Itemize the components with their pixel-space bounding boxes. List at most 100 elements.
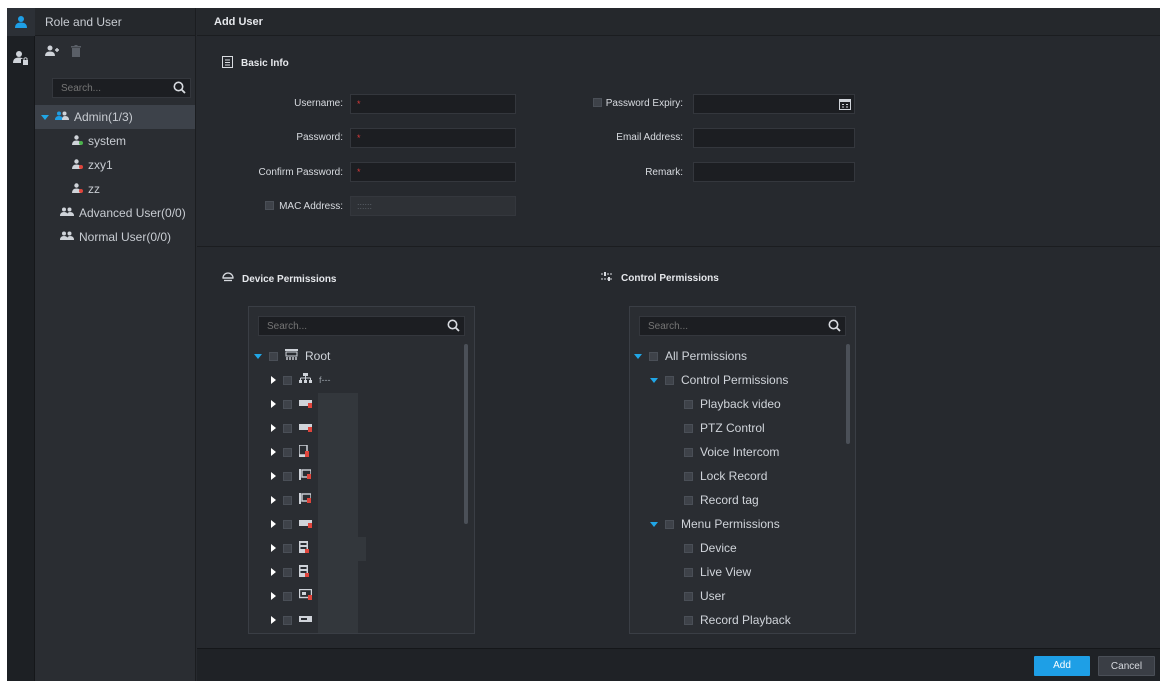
permission-checkbox[interactable] <box>665 375 674 385</box>
device-item[interactable] <box>271 416 312 440</box>
permission-checkbox[interactable] <box>684 591 693 601</box>
section-title: Device Permissions <box>242 274 337 285</box>
expand-icon[interactable] <box>41 114 49 120</box>
root-checkbox[interactable] <box>269 351 278 361</box>
permission-checkbox[interactable] <box>665 519 674 529</box>
permission-checkbox[interactable] <box>684 567 693 577</box>
device-search[interactable] <box>258 316 465 336</box>
expand-icon[interactable] <box>271 400 276 408</box>
perm-menu-permissions[interactable]: Menu Permissions <box>650 512 780 536</box>
calendar-icon[interactable] <box>839 98 851 116</box>
expand-icon[interactable] <box>650 377 658 383</box>
perm-playback-video[interactable]: Playback video <box>684 392 781 416</box>
delete-icon[interactable] <box>71 44 81 60</box>
device-checkbox[interactable] <box>283 447 292 457</box>
expand-icon[interactable] <box>271 568 276 576</box>
expand-icon[interactable] <box>271 472 276 480</box>
device-item[interactable] <box>271 584 313 608</box>
device-checkbox[interactable] <box>283 519 292 529</box>
permission-search[interactable] <box>639 316 846 336</box>
device-checkbox[interactable] <box>283 399 292 409</box>
permission-checkbox[interactable] <box>684 447 693 457</box>
device-item[interactable]: f--- <box>271 368 331 392</box>
confirm-password-field[interactable]: * <box>350 162 516 182</box>
device-search-input[interactable] <box>259 317 442 335</box>
perm-device[interactable]: Device <box>684 536 737 560</box>
mac-address-field[interactable]: :::::: <box>350 196 516 216</box>
search-icon[interactable] <box>447 319 460 335</box>
user-icon <box>72 182 83 196</box>
tree-item-normal-user[interactable]: Normal User(0/0) <box>35 225 195 249</box>
cancel-button[interactable]: Cancel <box>1098 656 1155 676</box>
user-icon[interactable] <box>7 8 35 36</box>
expand-icon[interactable] <box>271 592 276 600</box>
password-expiry-field[interactable] <box>693 94 855 114</box>
expand-icon[interactable] <box>271 448 276 456</box>
permission-search-input[interactable] <box>640 317 823 335</box>
perm-lock-record[interactable]: Lock Record <box>684 464 767 488</box>
expand-icon[interactable] <box>650 521 658 527</box>
perm-ptz-control[interactable]: PTZ Control <box>684 416 765 440</box>
perm-voice-intercom[interactable]: Voice Intercom <box>684 440 779 464</box>
device-checkbox[interactable] <box>283 567 292 577</box>
permission-checkbox[interactable] <box>684 399 693 409</box>
tree-item-system[interactable]: system <box>35 129 195 153</box>
search-icon[interactable] <box>828 319 841 335</box>
tree-item-zxy1[interactable]: zxy1 <box>35 153 195 177</box>
perm-all-permissions[interactable]: All Permissions <box>634 344 747 368</box>
expand-icon[interactable] <box>254 353 262 359</box>
email-address-field[interactable] <box>693 128 855 148</box>
tree-item-zz[interactable]: zz <box>35 177 195 201</box>
device-item[interactable] <box>271 536 309 560</box>
device-item[interactable] <box>271 488 312 512</box>
expand-icon[interactable] <box>634 353 642 359</box>
device-checkbox[interactable] <box>283 543 292 553</box>
permission-label: Device <box>700 541 737 555</box>
device-checkbox[interactable] <box>283 615 292 625</box>
device-checkbox[interactable] <box>283 375 292 385</box>
add-button[interactable]: Add <box>1034 656 1090 676</box>
device-item[interactable] <box>271 512 312 536</box>
perm-live-view[interactable]: Live View <box>684 560 751 584</box>
permission-checkbox[interactable] <box>684 615 693 625</box>
expand-icon[interactable] <box>271 520 276 528</box>
device-item[interactable] <box>271 560 309 584</box>
expand-icon[interactable] <box>271 544 276 552</box>
device-item[interactable] <box>271 464 312 488</box>
permission-scrollbar[interactable] <box>846 344 850 444</box>
device-item[interactable] <box>271 608 312 632</box>
device-item[interactable] <box>271 440 309 464</box>
perm-record-playback[interactable]: Record Playback <box>684 608 791 632</box>
permission-checkbox[interactable] <box>684 495 693 505</box>
remark-field[interactable] <box>693 162 855 182</box>
username-field[interactable]: * <box>350 94 516 114</box>
mac-address-checkbox[interactable] <box>265 201 274 210</box>
search-icon[interactable] <box>173 81 186 97</box>
device-checkbox[interactable] <box>283 471 292 481</box>
add-user-icon[interactable] <box>45 45 59 60</box>
permission-checkbox[interactable] <box>649 351 658 361</box>
device-item[interactable] <box>271 392 312 416</box>
expand-icon[interactable] <box>271 376 276 384</box>
permission-checkbox[interactable] <box>684 423 693 433</box>
page-title: Add User <box>197 8 1160 36</box>
permission-checkbox[interactable] <box>684 543 693 553</box>
password-field[interactable]: * <box>350 128 516 148</box>
perm-record-tag[interactable]: Record tag <box>684 488 759 512</box>
expand-icon[interactable] <box>271 496 276 504</box>
tree-item-advanced-user[interactable]: Advanced User(0/0) <box>35 201 195 225</box>
role-search-input[interactable] <box>53 79 168 97</box>
tree-item-admin[interactable]: Admin(1/3) <box>35 105 195 129</box>
permission-checkbox[interactable] <box>684 471 693 481</box>
device-checkbox[interactable] <box>283 591 292 601</box>
device-scrollbar[interactable] <box>464 344 468 524</box>
perm-control-permissions[interactable]: Control Permissions <box>650 368 788 392</box>
device-checkbox[interactable] <box>283 423 292 433</box>
perm-user[interactable]: User <box>684 584 725 608</box>
expand-icon[interactable] <box>271 616 276 624</box>
role-search[interactable] <box>52 78 191 98</box>
device-tree-root[interactable]: Root <box>254 344 330 368</box>
device-checkbox[interactable] <box>283 495 292 505</box>
expand-icon[interactable] <box>271 424 276 432</box>
user-lock-icon[interactable] <box>7 44 35 72</box>
